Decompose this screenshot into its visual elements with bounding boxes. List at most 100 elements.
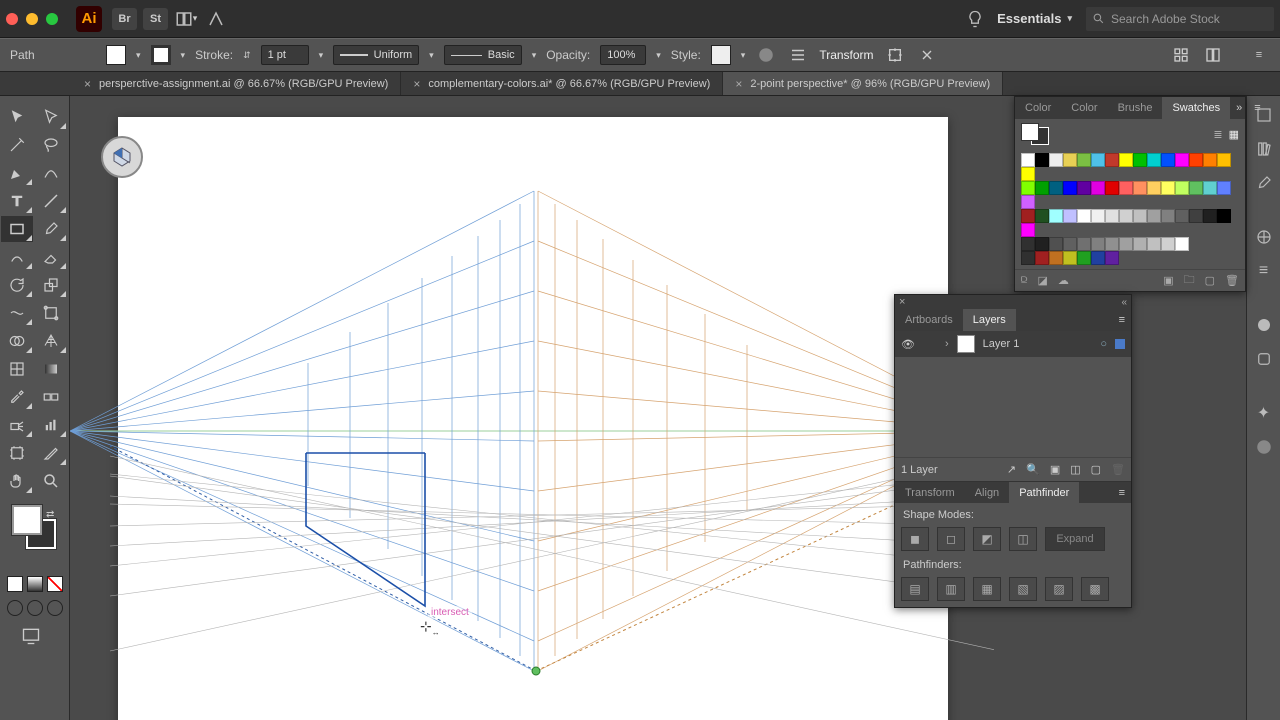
close-window[interactable] — [6, 13, 18, 25]
swatch[interactable] — [1161, 237, 1175, 251]
intersect-button[interactable]: ◩ — [973, 527, 1001, 551]
hand-tool[interactable] — [1, 468, 33, 494]
options-icon[interactable]: ≡ — [1248, 44, 1270, 66]
locate-icon[interactable]: ↗ — [1007, 463, 1016, 476]
new-layer-icon[interactable]: ▢ — [1091, 463, 1101, 476]
canvas[interactable]: intersect ⊹↔ — [70, 96, 994, 720]
arrange-documents-icon[interactable]: ▾ — [174, 8, 198, 30]
magic-wand-tool[interactable] — [1, 132, 33, 158]
trim-button[interactable]: ▥ — [937, 577, 965, 601]
swatch[interactable] — [1133, 237, 1147, 251]
layer-row[interactable]: 👁 › Layer 1 ○ — [895, 331, 1131, 357]
new-sublayer-icon[interactable]: ◫ — [1070, 463, 1080, 476]
selection-tool[interactable] — [1, 104, 33, 130]
panel-toggle-1[interactable] — [1170, 44, 1192, 66]
transform-link[interactable]: Transform — [819, 48, 873, 62]
tab-pathfinder[interactable]: Pathfinder — [1009, 482, 1079, 503]
eraser-tool[interactable] — [35, 244, 67, 270]
grid-view-icon[interactable]: ▦ — [1229, 128, 1239, 141]
swatch[interactable] — [1021, 251, 1035, 265]
swatch-options-icon[interactable]: ☁ — [1058, 274, 1069, 287]
swatch[interactable] — [1021, 195, 1035, 209]
swatch[interactable] — [1119, 181, 1133, 195]
layer-name[interactable]: Layer 1 — [983, 338, 1093, 350]
zoom-tool[interactable] — [35, 468, 67, 494]
libraries-icon[interactable] — [1253, 138, 1275, 160]
isolate-icon[interactable] — [884, 44, 906, 66]
appearance-icon[interactable] — [1253, 314, 1275, 336]
swatch[interactable] — [1021, 181, 1035, 195]
doc-tab-0[interactable]: ×persperctive-assignment.ai @ 66.67% (RG… — [72, 72, 401, 95]
stock-link[interactable]: St — [143, 8, 168, 30]
swatch[interactable] — [1077, 237, 1091, 251]
swatch[interactable] — [1021, 153, 1035, 167]
swatch[interactable] — [1189, 181, 1203, 195]
screen-mode[interactable] — [18, 626, 69, 651]
swatch-new-icon[interactable]: ▢ — [1205, 274, 1215, 287]
swatch[interactable] — [1035, 237, 1049, 251]
swatch[interactable] — [1217, 209, 1231, 223]
panel-menu-icon[interactable]: ≡ — [1113, 309, 1131, 331]
fill-menu[interactable]: ▾ — [136, 50, 141, 61]
swatch[interactable] — [1091, 153, 1105, 167]
swatch[interactable] — [1119, 153, 1133, 167]
swatch[interactable] — [1077, 153, 1091, 167]
minimize-window[interactable] — [26, 13, 38, 25]
stroke-profile-menu[interactable]: ▾ — [429, 50, 434, 61]
swatch[interactable] — [1063, 153, 1077, 167]
symbol-icon[interactable] — [1253, 226, 1275, 248]
swatch[interactable] — [1049, 181, 1063, 195]
tab-align[interactable]: Align — [965, 482, 1009, 503]
panel-collapse-icon[interactable]: » — [1230, 97, 1248, 119]
swatch[interactable] — [1105, 153, 1119, 167]
draw-normal[interactable] — [7, 600, 23, 616]
swatch[interactable] — [1077, 209, 1091, 223]
swatch[interactable] — [1105, 251, 1119, 265]
swatch[interactable] — [1147, 181, 1161, 195]
opacity-input[interactable]: 100% — [600, 45, 646, 65]
none-mode[interactable] — [47, 576, 63, 592]
swatch[interactable] — [1189, 209, 1203, 223]
swatch[interactable] — [1021, 237, 1035, 251]
swatch[interactable] — [1119, 237, 1133, 251]
swatch[interactable] — [1105, 209, 1119, 223]
color-mode[interactable] — [7, 576, 23, 592]
panel-menu-icon[interactable]: ≡ — [1248, 97, 1266, 119]
swatch-new-folder-icon[interactable]: 🗀 — [1184, 271, 1195, 290]
list-view-icon[interactable]: ≣ — [1213, 128, 1222, 141]
swatch[interactable] — [1189, 153, 1203, 167]
minus-front-button[interactable]: ◻ — [937, 527, 965, 551]
swatch[interactable] — [1119, 209, 1133, 223]
symbol-sprayer-tool[interactable] — [1, 412, 33, 438]
swatch[interactable] — [1175, 153, 1189, 167]
swatch-kind-icon[interactable]: ◪ — [1037, 274, 1047, 287]
swatch[interactable] — [1217, 153, 1231, 167]
pen-tool[interactable] — [1, 160, 33, 186]
eyedropper-tool[interactable] — [1, 384, 33, 410]
draw-behind[interactable] — [27, 600, 43, 616]
type-tool[interactable] — [1, 188, 33, 214]
unite-button[interactable]: ◼ — [901, 527, 929, 551]
crop-button[interactable]: ▧ — [1009, 577, 1037, 601]
mesh-tool[interactable] — [1, 356, 33, 382]
edit-similar-icon[interactable] — [916, 44, 938, 66]
collapse-icon[interactable]: « — [1121, 297, 1127, 308]
gpg-preview-icon[interactable] — [204, 8, 228, 30]
make-clip-icon[interactable]: ▣ — [1050, 463, 1060, 476]
swatch[interactable] — [1021, 223, 1035, 237]
swatch[interactable] — [1049, 153, 1063, 167]
tab-artboards[interactable]: Artboards — [895, 309, 963, 331]
graphic-styles-icon[interactable] — [1253, 348, 1275, 370]
style-menu[interactable]: ▾ — [741, 50, 746, 61]
perspective-grid-tool[interactable] — [35, 328, 67, 354]
tips-icon[interactable] — [965, 9, 985, 29]
plane-switch-widget[interactable] — [101, 136, 143, 178]
doc-tab-2[interactable]: ×2-point perspective* @ 96% (RGB/GPU Pre… — [723, 72, 1003, 95]
tab-layers[interactable]: Layers — [963, 309, 1016, 331]
target-icon[interactable]: ○ — [1100, 338, 1107, 350]
direct-selection-tool[interactable] — [35, 104, 67, 130]
swatch[interactable] — [1133, 209, 1147, 223]
minus-back-button[interactable]: ▩ — [1081, 577, 1109, 601]
stroke-profile[interactable]: Uniform — [333, 45, 419, 65]
close-icon[interactable]: × — [84, 77, 91, 91]
